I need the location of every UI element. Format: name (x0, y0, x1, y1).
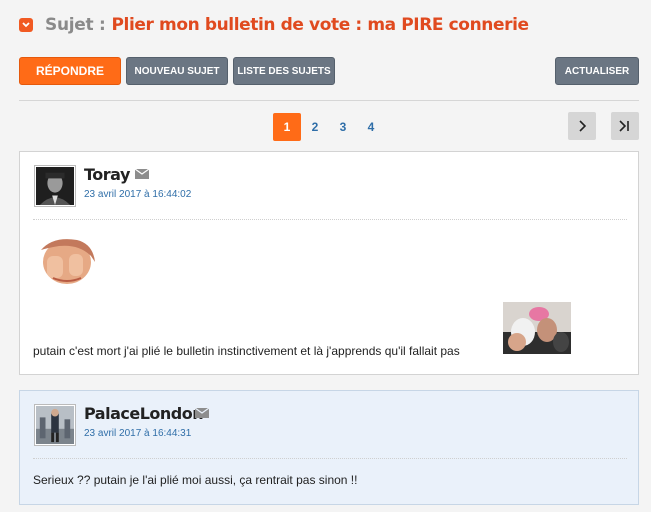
post-separator (33, 219, 627, 220)
page-link-1[interactable]: 1 (273, 113, 301, 141)
envelope-icon[interactable] (195, 408, 209, 418)
post-message: Serieux ?? putain je l'ai plié moi aussi… (33, 473, 358, 487)
post-author[interactable]: PalaceLondon (84, 404, 204, 423)
post: Toray 23 avril 2017 à 16:44:02 putain c'… (19, 151, 639, 375)
post-date[interactable]: 23 avril 2017 à 16:44:02 (84, 189, 191, 200)
page-link-4[interactable]: 4 (357, 113, 385, 141)
topic-header: Sujet : Plier mon bulletin de vote : ma … (19, 14, 529, 36)
post-author[interactable]: Toray (84, 165, 130, 184)
sticker-image (503, 302, 571, 354)
topic-prefix: Sujet : (45, 15, 106, 35)
post-separator (33, 458, 627, 459)
reply-button[interactable]: RÉPONDRE (19, 57, 121, 85)
sticker-image (33, 232, 101, 284)
next-page-button[interactable] (568, 112, 596, 140)
avatar-image (36, 167, 74, 205)
avatar-image (36, 406, 74, 444)
topic-list-button[interactable]: LISTE DES SUJETS (233, 57, 335, 85)
post-date[interactable]: 23 avril 2017 à 16:44:31 (84, 428, 191, 439)
page-link-3[interactable]: 3 (329, 113, 357, 141)
post-message: putain c'est mort j'ai plié le bulletin … (33, 344, 460, 358)
avatar[interactable] (34, 404, 76, 446)
refresh-button[interactable]: ACTUALISER (555, 57, 639, 85)
divider (19, 100, 639, 101)
chevron-down-icon[interactable] (19, 18, 33, 32)
page-link-2[interactable]: 2 (301, 113, 329, 141)
envelope-icon[interactable] (135, 169, 149, 179)
chevron-right-icon (579, 120, 587, 132)
topic-title: Plier mon bulletin de vote : ma PIRE con… (111, 15, 529, 35)
post: PalaceLondon 23 avril 2017 à 16:44:31 Se… (19, 390, 639, 505)
avatar[interactable] (34, 165, 76, 207)
last-page-button[interactable] (611, 112, 639, 140)
new-topic-button[interactable]: NOUVEAU SUJET (126, 57, 228, 85)
last-page-icon (619, 120, 629, 132)
